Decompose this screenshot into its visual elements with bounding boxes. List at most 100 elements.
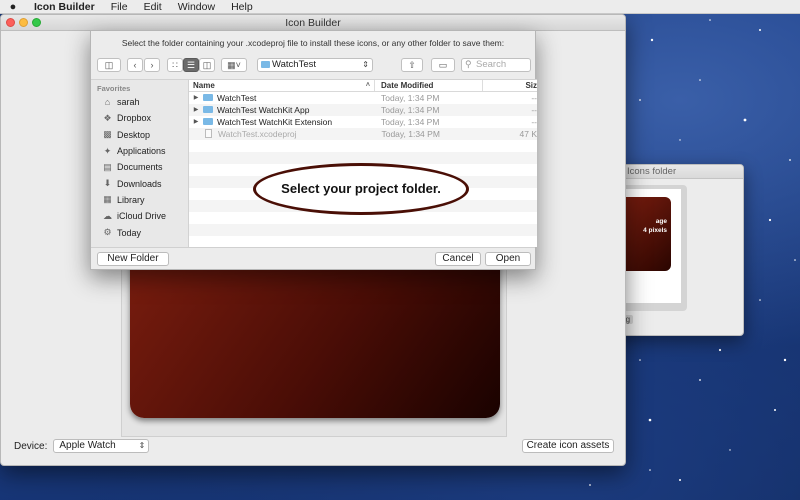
folder-icon: [203, 94, 213, 101]
sidebar-item-label: Today: [117, 227, 142, 238]
list-view-button[interactable]: ☰: [183, 58, 199, 72]
chevron-right-icon: ›: [150, 60, 154, 70]
file-size: --: [531, 105, 537, 115]
menu-help[interactable]: Help: [223, 0, 261, 14]
menu-edit[interactable]: Edit: [136, 0, 170, 14]
zoom-window-icon[interactable]: [32, 18, 41, 27]
thumbnail-text-2: 4 pixels: [643, 227, 667, 234]
disclosure-triangle-icon[interactable]: ▶: [189, 116, 203, 128]
dialog-message: Select the folder containing your .xcode…: [121, 38, 505, 48]
column-view-button[interactable]: ◫: [199, 58, 215, 72]
home-icon: ⌂: [104, 96, 111, 107]
dialog-toolbar: ◫ ‹ › ∷ ☰ ◫ ▦˅ WatchTest ⇕ ⇧ ▭ ⚲ Search: [91, 55, 535, 79]
folder-icon: [203, 118, 213, 125]
minimize-window-icon[interactable]: [19, 18, 28, 27]
sidebar-item-label: Applications: [117, 146, 166, 157]
window-title: Icon Builder: [285, 17, 341, 29]
sidebar-item-sarah[interactable]: ⌂ sarah: [91, 94, 188, 110]
chevron-up-icon: ˄: [365, 82, 370, 89]
icon-drop-well[interactable]: [121, 245, 507, 437]
grid-icon: ∷: [172, 60, 178, 70]
file-size: --: [531, 117, 537, 127]
forward-button[interactable]: ›: [144, 58, 160, 72]
xcodeproj-file-icon: [204, 129, 212, 138]
tag-button[interactable]: ▭: [431, 58, 455, 72]
downloads-icon: ⬇: [103, 178, 112, 189]
open-button[interactable]: Open: [485, 252, 531, 266]
sidebar-item-label: Downloads: [117, 178, 162, 189]
arrange-button[interactable]: ▦˅: [221, 58, 247, 72]
sidebar-toggle-button[interactable]: ◫: [97, 58, 121, 72]
column-header-date[interactable]: Date Modified: [375, 80, 483, 91]
sidebar-item-icloud[interactable]: ☁ iCloud Drive: [91, 208, 188, 224]
dialog-button-bar: New Folder Cancel Open: [91, 247, 535, 271]
table-row: WatchTest.xcodeproj Today, 1:34 PM 47 K: [189, 128, 537, 140]
cancel-button[interactable]: Cancel: [435, 252, 481, 266]
device-select-value: Apple Watch: [59, 440, 116, 451]
device-select[interactable]: Apple Watch ⇕: [53, 439, 150, 453]
table-row[interactable]: ▶ WatchTest Today, 1:34 PM --: [189, 92, 537, 104]
gear-icon: ⚙: [103, 227, 112, 238]
table-row[interactable]: ▶ WatchTest WatchKit Extension Today, 1:…: [189, 116, 537, 128]
desktop-icon: ▩: [103, 129, 112, 140]
select-folder-callout: Select your project folder.: [253, 163, 469, 215]
thumbnail-text-1: age: [655, 218, 667, 225]
file-name: WatchTest.xcodeproj: [217, 129, 297, 139]
sidebar-icon: ◫: [104, 60, 114, 70]
icon-view-button[interactable]: ∷: [167, 58, 183, 72]
column-header-name[interactable]: Name ˄: [189, 80, 375, 91]
icon-file-thumbnail[interactable]: age 4 pixels: [621, 185, 687, 311]
sidebar-item-label: Library: [117, 194, 145, 205]
sidebar-item-label: Dropbox: [117, 113, 152, 124]
menu-window[interactable]: Window: [170, 0, 223, 14]
location-select[interactable]: WatchTest ⇕: [257, 58, 373, 72]
columns-icon: ◫: [202, 60, 212, 70]
sidebar-item-library[interactable]: ▦ Library: [91, 192, 188, 208]
folder-icon: [203, 106, 213, 113]
share-button[interactable]: ⇧: [401, 58, 423, 72]
new-folder-button[interactable]: New Folder: [97, 252, 169, 266]
apple-menu-icon[interactable]: ●: [0, 1, 26, 13]
file-date: Today, 1:34 PM: [381, 129, 440, 139]
file-size: --: [531, 93, 537, 103]
search-input[interactable]: ⚲ Search: [461, 58, 531, 72]
sidebar-item-label: Desktop: [117, 129, 151, 140]
menu-app-name[interactable]: Icon Builder: [26, 0, 103, 14]
create-icon-assets-button[interactable]: Create icon assets: [522, 439, 614, 453]
open-panel-sheet: Select the folder containing your .xcode…: [90, 30, 537, 271]
column-header-size[interactable]: Siz: [483, 80, 537, 91]
file-list-header: Name ˄ Date Modified Siz: [189, 80, 537, 92]
thumbnail-frame: age 4 pixels: [621, 189, 681, 303]
icon-preview-image: [130, 246, 500, 418]
sidebar-item-dropbox[interactable]: ❖ Dropbox: [91, 110, 188, 126]
table-row[interactable]: ▶ WatchTest WatchKit App Today, 1:34 PM …: [189, 104, 537, 116]
applications-icon: ✦: [103, 145, 112, 156]
menu-bar: ● Icon Builder File Edit Window Help: [0, 0, 800, 14]
back-button[interactable]: ‹: [127, 58, 143, 72]
tag-icon: ▭: [438, 60, 448, 70]
disclosure-triangle-icon[interactable]: ▶: [189, 92, 203, 104]
library-icon: ▦: [103, 194, 112, 205]
favorites-heading: Favorites: [97, 84, 131, 93]
sidebar-item-downloads[interactable]: ⬇ Downloads: [91, 175, 188, 191]
file-name: WatchTest WatchKit App: [217, 105, 310, 115]
documents-icon: ▤: [103, 161, 112, 172]
sidebar-item-documents[interactable]: ▤ Documents: [91, 159, 188, 175]
window-titlebar: Icon Builder: [1, 15, 625, 31]
share-icon: ⇧: [408, 60, 416, 70]
file-name: WatchTest WatchKit Extension: [217, 117, 333, 127]
favorites-sidebar: Favorites ⌂ sarah ❖ Dropbox ▩ Desktop ✦ Appl…: [91, 79, 189, 247]
file-name: WatchTest: [217, 93, 257, 103]
disclosure-triangle-icon[interactable]: ▶: [189, 104, 203, 116]
window-controls: [6, 18, 41, 27]
sidebar-item-desktop[interactable]: ▩ Desktop: [91, 127, 188, 143]
search-icon: ⚲: [465, 59, 472, 69]
list-icon: ☰: [186, 60, 196, 70]
device-row: Device: Apple Watch ⇕: [14, 439, 150, 453]
close-window-icon[interactable]: [6, 18, 15, 27]
sidebar-item-today[interactable]: ⚙ Today: [91, 224, 188, 240]
menu-file[interactable]: File: [103, 0, 136, 14]
sidebar-item-applications[interactable]: ✦ Applications: [91, 143, 188, 159]
folder-icon: [261, 61, 270, 68]
sidebar-item-label: Documents: [117, 162, 163, 173]
